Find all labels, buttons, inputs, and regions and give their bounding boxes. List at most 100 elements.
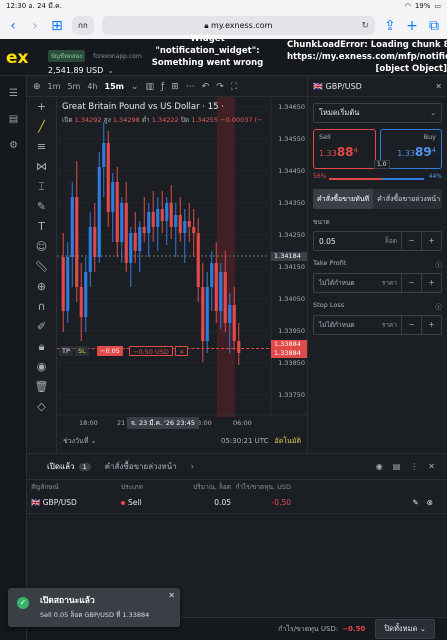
history-icon[interactable]: ▤ <box>393 462 401 471</box>
plus-button[interactable]: + <box>421 316 441 334</box>
back-icon[interactable]: ‹ <box>6 19 20 33</box>
candle-body <box>66 257 70 311</box>
reload-icon[interactable]: ↻ <box>361 21 369 31</box>
edit-icon[interactable]: ✎ <box>412 498 418 507</box>
pattern-icon[interactable]: ⋈ <box>27 157 56 177</box>
account-switcher[interactable]: บัญชีทดลอง forexonapp.com 2,541.89 USD ⌄ <box>48 43 142 75</box>
timeframe-4h[interactable]: 4h <box>87 82 97 91</box>
tp-button[interactable]: TP <box>59 346 73 356</box>
fullscreen-icon[interactable]: ⛶ <box>231 82 237 92</box>
candle-type-icon[interactable]: ▥ <box>146 82 155 92</box>
candle-body <box>88 227 92 272</box>
zoom-in-icon[interactable]: ⊕ <box>27 277 56 297</box>
status-time: 12:30 <box>6 2 27 10</box>
order-mode-select[interactable]: โหมดเริ่มต้น ⌄ <box>313 103 442 123</box>
crosshair-icon[interactable]: + <box>27 97 56 117</box>
projection-icon[interactable]: ⌶ <box>27 177 56 197</box>
tp-unit[interactable]: ราคา <box>382 278 401 288</box>
calendar-icon[interactable]: ▤ <box>0 111 27 129</box>
sl-input[interactable]: ไม่ได้กำหนด <box>314 320 382 330</box>
tab-pending-order[interactable]: คำสั่งซื้อขายล่วงหน้า <box>373 194 442 205</box>
auto-scale-button[interactable]: อัตโนมัติ <box>275 436 301 447</box>
timeframe-15m[interactable]: 15m <box>105 82 124 91</box>
timeframe-1m[interactable]: 1m <box>48 82 61 91</box>
lock-icon[interactable]: 🔒︎ <box>27 337 56 357</box>
chevron-right-icon[interactable]: › <box>191 462 194 471</box>
info-icon[interactable]: ⓘ <box>436 301 443 311</box>
candle-body <box>120 203 124 242</box>
candle-body <box>106 143 110 212</box>
plus-button[interactable]: + <box>421 274 441 292</box>
trendline-icon[interactable]: ╱ <box>27 117 56 137</box>
indicators-icon[interactable]: ƒ <box>161 82 164 92</box>
chart-footer: ช่วงวันที่ ⌄ 05:30:21 UTC อัตโนมัติ <box>57 430 307 452</box>
more-icon[interactable]: ⋯ <box>186 82 195 92</box>
ruler-icon[interactable]: 📏︎ <box>27 257 56 277</box>
brush-icon[interactable]: ✎ <box>27 197 56 217</box>
settings-icon[interactable]: ⚙ <box>0 137 27 155</box>
minus-button[interactable]: − <box>401 316 421 334</box>
sl-stepper[interactable]: ไม่ได้กำหนด ราคา − + <box>313 315 442 335</box>
sell-button[interactable]: Sell 1.33884 <box>313 129 376 169</box>
add-indicator-icon[interactable]: ⊕ <box>33 82 41 92</box>
close-position-icon[interactable]: ✕ <box>175 346 189 356</box>
close-icon[interactable]: ✕ <box>428 462 435 471</box>
chunk-error-line: [object Object] <box>375 64 447 74</box>
info-icon[interactable]: ⓘ <box>436 259 443 269</box>
timeframe-dropdown-icon[interactable]: ⌄ <box>131 82 139 92</box>
close-icon[interactable]: ✕ <box>168 591 175 600</box>
widget-error-text: Widget "notification_widget": Something … <box>151 34 264 68</box>
text-icon[interactable]: T <box>27 217 56 237</box>
menu-icon[interactable]: ☰ <box>0 85 27 103</box>
candle-body <box>219 272 223 311</box>
undo-icon[interactable]: ↶ <box>202 82 210 92</box>
timeframe-5m[interactable]: 5m <box>67 82 80 91</box>
minus-button[interactable]: − <box>401 232 421 250</box>
candle-body <box>214 263 218 311</box>
tp-stepper[interactable]: ไม่ได้กำหนด ราคา − + <box>313 273 442 293</box>
emoji-icon[interactable]: ☺ <box>27 237 56 257</box>
candle-body <box>156 209 160 227</box>
collapse-icon[interactable]: ◇ <box>27 397 56 417</box>
date-range-button[interactable]: ช่วงวันที่ <box>63 436 88 447</box>
table-row[interactable]: 🇬🇧︎ GBP/USD Sell 0.05 -0.50 ✎ ⊗ <box>27 492 447 514</box>
price-chart[interactable]: Great Britain Pound vs US Dollar · 15 · … <box>57 97 307 453</box>
more-icon[interactable]: ⋮ <box>410 462 418 471</box>
tab-open-positions[interactable]: เปิดแล้ว 1 <box>47 460 91 473</box>
minus-button[interactable]: − <box>401 274 421 292</box>
reader-aa-button[interactable]: กก <box>72 16 94 35</box>
candle-body <box>174 215 178 227</box>
volume-input[interactable]: 0.05 <box>314 237 385 246</box>
lock-drawings-icon[interactable]: ✐ <box>27 317 56 337</box>
bookmarks-icon[interactable]: ⊞ <box>50 19 64 33</box>
fib-icon[interactable]: ≡ <box>27 137 56 157</box>
position-volume[interactable]: −0.05 <box>97 346 123 356</box>
tab-pending-orders[interactable]: คำสั่งซื้อขายล่วงหน้า <box>105 460 177 473</box>
trash-icon[interactable]: 🗑︎ <box>27 377 56 397</box>
close-icon[interactable]: ✕ <box>435 82 442 91</box>
share-icon[interactable]: ⇪ <box>383 19 397 33</box>
tabs-icon[interactable]: ⧉ <box>427 19 441 33</box>
eye-icon[interactable]: ◉ <box>27 357 56 377</box>
sl-unit[interactable]: ราคา <box>382 320 401 330</box>
forward-icon[interactable]: › <box>28 19 42 33</box>
close-position-icon[interactable]: ⊗ <box>427 498 433 507</box>
new-tab-icon[interactable]: + <box>405 19 419 33</box>
sell-price-main: 1.33 <box>319 149 337 158</box>
eye-icon[interactable]: ◉ <box>376 462 383 471</box>
redo-icon[interactable]: ↷ <box>216 82 224 92</box>
exness-logo[interactable]: ex <box>6 48 29 68</box>
close-all-label: ปิดทั้งหมด <box>384 624 418 633</box>
sell-dot-icon <box>121 501 125 505</box>
layout-icon[interactable]: ⊞ <box>171 82 179 92</box>
volume-stepper[interactable]: 0.05 ล็อต − + <box>313 231 442 251</box>
magnet-icon[interactable]: ∩ <box>27 297 56 317</box>
candle-body <box>124 203 128 263</box>
plus-button[interactable]: + <box>421 232 441 250</box>
x-tick: 18:00 <box>79 419 98 427</box>
tp-input[interactable]: ไม่ได้กำหนด <box>314 278 382 288</box>
candle-body <box>133 233 137 251</box>
close-all-button[interactable]: ปิดทั้งหมด ⌄ <box>375 619 435 639</box>
tab-market-order[interactable]: คำสั่งซื้อขายทันที <box>313 189 374 209</box>
sl-button[interactable]: SL <box>75 346 89 356</box>
